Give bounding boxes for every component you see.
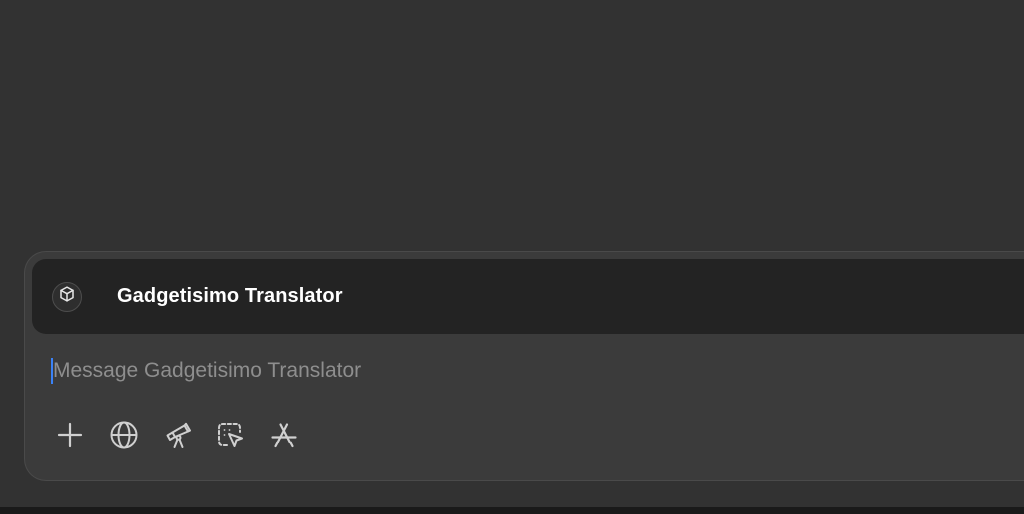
select-pointer-icon xyxy=(215,420,245,450)
active-gpt-header[interactable]: Gadgetisimo Translator xyxy=(32,259,1024,334)
plus-icon xyxy=(56,421,84,449)
gpt-avatar xyxy=(52,281,82,312)
gpt-name: Gadgetisimo Translator xyxy=(117,285,343,307)
composer-toolbar xyxy=(53,418,321,452)
add-button[interactable] xyxy=(53,418,87,452)
message-input-row[interactable] xyxy=(51,354,753,388)
tools-button[interactable] xyxy=(267,418,301,452)
telescope-icon xyxy=(163,420,193,450)
web-search-button[interactable] xyxy=(107,418,141,452)
globe-icon xyxy=(109,420,139,450)
window-bottom-edge xyxy=(0,507,1024,514)
deep-research-button[interactable] xyxy=(161,418,195,452)
app-store-icon xyxy=(269,420,299,450)
chat-window: Gadgetisimo Translator xyxy=(0,0,1024,514)
message-composer: Gadgetisimo Translator xyxy=(24,251,1024,481)
canvas-button[interactable] xyxy=(213,418,247,452)
cube-icon xyxy=(58,285,76,308)
message-input[interactable] xyxy=(53,359,753,383)
